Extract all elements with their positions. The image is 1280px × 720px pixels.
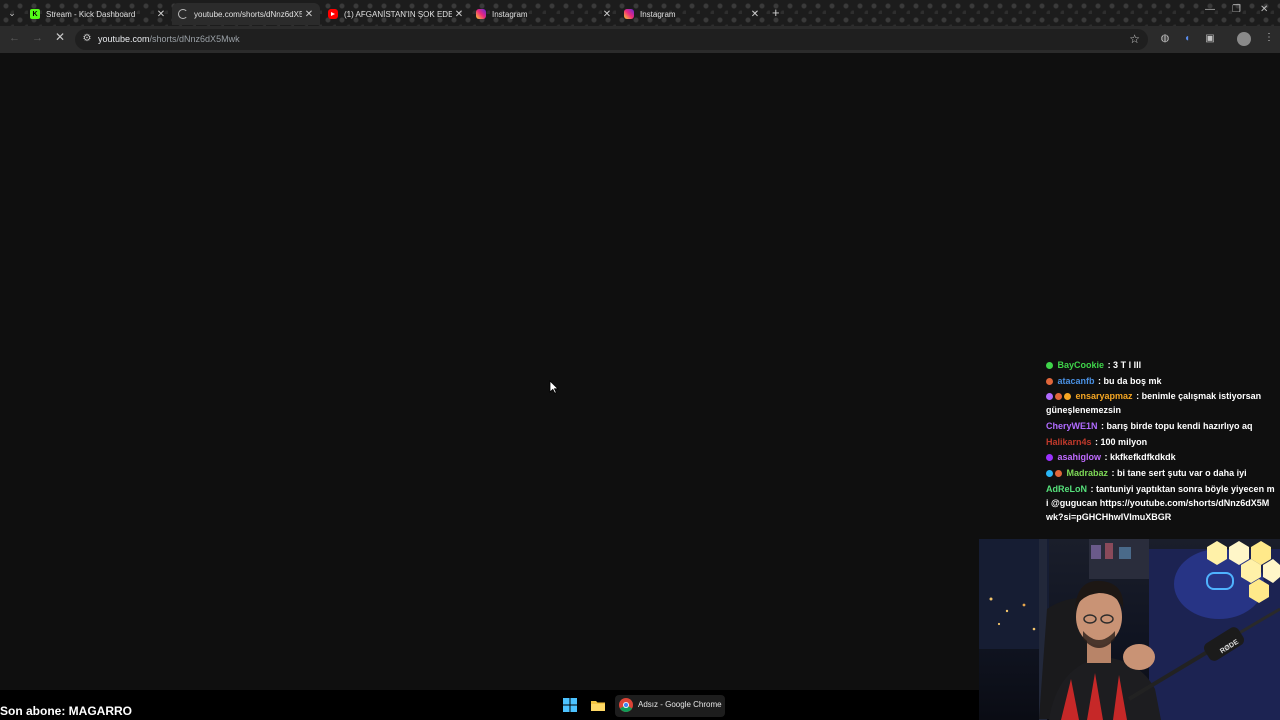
- windows-start-icon[interactable]: [562, 697, 578, 713]
- chat-badge-icon: [1046, 377, 1053, 385]
- chat-message: BayCookie : 3 T l lll: [1046, 358, 1276, 372]
- chat-text: : 100 milyon: [1095, 436, 1148, 447]
- taskbar: [0, 690, 979, 720]
- chat-text: : bi tane sert şutu var o daha iyi: [1111, 468, 1247, 479]
- chat-badge-icon: [1046, 393, 1053, 401]
- url-path: /shorts/dNnz6dX5Mwk: [149, 34, 240, 44]
- chat-message: asahiglow : kkfkefkdfkdkdk: [1046, 450, 1276, 464]
- chat-message: AdReLoN : tantuniyi yaptıktan sonra böyl…: [1046, 482, 1276, 524]
- chat-text: : kkfkefkdfkdkdk: [1104, 452, 1176, 463]
- tab-title: Stream - Kick Dashboard: [46, 9, 136, 19]
- extensions-puzzle-icon[interactable]: ▣: [1204, 33, 1216, 45]
- last-subscriber-label: Son abone: MAGARRO: [0, 704, 132, 718]
- url-text[interactable]: youtube.com/shorts/dNnz6dX5Mwk: [98, 34, 240, 44]
- browser-toolbar: ← → ✕ ⚙ youtube.com/shorts/dNnz6dX5Mwk ☆…: [0, 26, 1280, 53]
- file-explorer-icon[interactable]: [590, 697, 606, 713]
- media-control-icon[interactable]: ◖: [1181, 33, 1193, 45]
- chat-message: ensaryapmaz : benimle çalışmak istiyorsa…: [1046, 389, 1276, 417]
- mouse-cursor-icon: [549, 380, 559, 394]
- chat-text: : 3 T l lll: [1107, 360, 1142, 370]
- webcam-overlay: RØDE: [979, 539, 1280, 720]
- kick-icon: K: [30, 9, 40, 19]
- tab-youtube-shorts[interactable]: youtube.com/shorts/dNnz6dX5Mwk ✕: [172, 3, 320, 25]
- taskbar-chrome-label: Adsız - Google Chrome: [638, 700, 722, 709]
- url-domain: youtube.com: [98, 34, 150, 44]
- tab-title: Instagram: [492, 9, 528, 19]
- close-icon[interactable]: ✕: [600, 9, 614, 20]
- chat-message: CheryWE1N : barış birde topu kendi hazır…: [1046, 419, 1276, 433]
- chat-badge-icon: [1046, 362, 1053, 369]
- chat-username: Madrabaz: [1066, 468, 1109, 479]
- tab-instagram-1[interactable]: Instagram ✕: [470, 3, 618, 25]
- instagram-icon: [624, 9, 634, 19]
- tab-instagram-2[interactable]: Instagram ✕: [618, 3, 766, 25]
- forward-icon[interactable]: →: [32, 32, 43, 44]
- webcam-feed: RØDE: [979, 539, 1280, 720]
- profile-avatar[interactable]: [1237, 32, 1251, 46]
- chrome-icon: [619, 698, 633, 712]
- tab-strip: ⌄ K Stream - Kick Dashboard ✕ youtube.co…: [0, 0, 1280, 26]
- close-icon[interactable]: ✕: [302, 9, 316, 20]
- chat-username: AdReLoN: [1046, 483, 1087, 494]
- menu-icon[interactable]: ⋮: [1264, 32, 1274, 43]
- tab-search-icon[interactable]: ⌄: [4, 5, 20, 21]
- chat-badge-icon: [1055, 470, 1062, 478]
- new-tab-icon[interactable]: +: [772, 5, 780, 20]
- chat-badge-icon: [1046, 454, 1053, 462]
- chat-username: CheryWE1N: [1046, 421, 1098, 432]
- extension-icon[interactable]: ◍: [1159, 33, 1171, 45]
- tab-title: Instagram: [640, 9, 676, 19]
- tab-kick-dashboard[interactable]: K Stream - Kick Dashboard ✕: [24, 3, 172, 25]
- tab-title: (1) AFGANİSTAN'IN ŞOK EDEN: [344, 9, 452, 19]
- bookmark-star-icon[interactable]: ☆: [1129, 32, 1140, 46]
- close-icon[interactable]: ✕: [154, 9, 168, 20]
- chat-text: : bu da boş mk: [1098, 375, 1162, 386]
- chat-username: Halikarn4s: [1046, 436, 1092, 447]
- stop-loading-icon[interactable]: ✕: [55, 30, 65, 44]
- minimize-icon[interactable]: —: [1205, 4, 1215, 15]
- chat-badge-icon: [1064, 393, 1071, 401]
- close-icon[interactable]: ✕: [452, 9, 466, 20]
- back-icon[interactable]: ←: [9, 32, 20, 44]
- tab-youtube-afganistan[interactable]: (1) AFGANİSTAN'IN ŞOK EDEN ✕: [322, 3, 470, 25]
- chat-username: asahiglow: [1057, 452, 1102, 463]
- chat-message: atacanfb : bu da boş mk: [1046, 374, 1276, 388]
- chat-username: atacanfb: [1057, 375, 1095, 386]
- address-bar[interactable]: ⚙ youtube.com/shorts/dNnz6dX5Mwk ☆: [75, 29, 1148, 50]
- chat-message: Madrabaz : bi tane sert şutu var o daha …: [1046, 466, 1276, 480]
- youtube-icon: [328, 9, 338, 19]
- close-icon[interactable]: ✕: [748, 9, 762, 20]
- chat-badge-icon: [1055, 393, 1062, 401]
- loading-icon: [178, 9, 188, 19]
- site-settings-icon[interactable]: ⚙: [81, 33, 93, 45]
- chat-username: BayCookie: [1057, 360, 1105, 370]
- tab-title: youtube.com/shorts/dNnz6dX5Mwk: [194, 9, 302, 19]
- instagram-icon: [476, 9, 486, 19]
- restore-icon[interactable]: ❐: [1232, 4, 1241, 15]
- window-close-icon[interactable]: ✕: [1260, 4, 1268, 15]
- chat-badge-icon: [1046, 470, 1053, 478]
- chat-text: : barış birde topu kendi hazırlıyo aq: [1101, 421, 1253, 432]
- stream-chat-overlay: BayCookie : 3 T l lll atacanfb : bu da b…: [1046, 358, 1276, 538]
- chat-message: Halikarn4s : 100 milyon: [1046, 435, 1276, 449]
- chat-username: ensaryapmaz: [1075, 391, 1133, 402]
